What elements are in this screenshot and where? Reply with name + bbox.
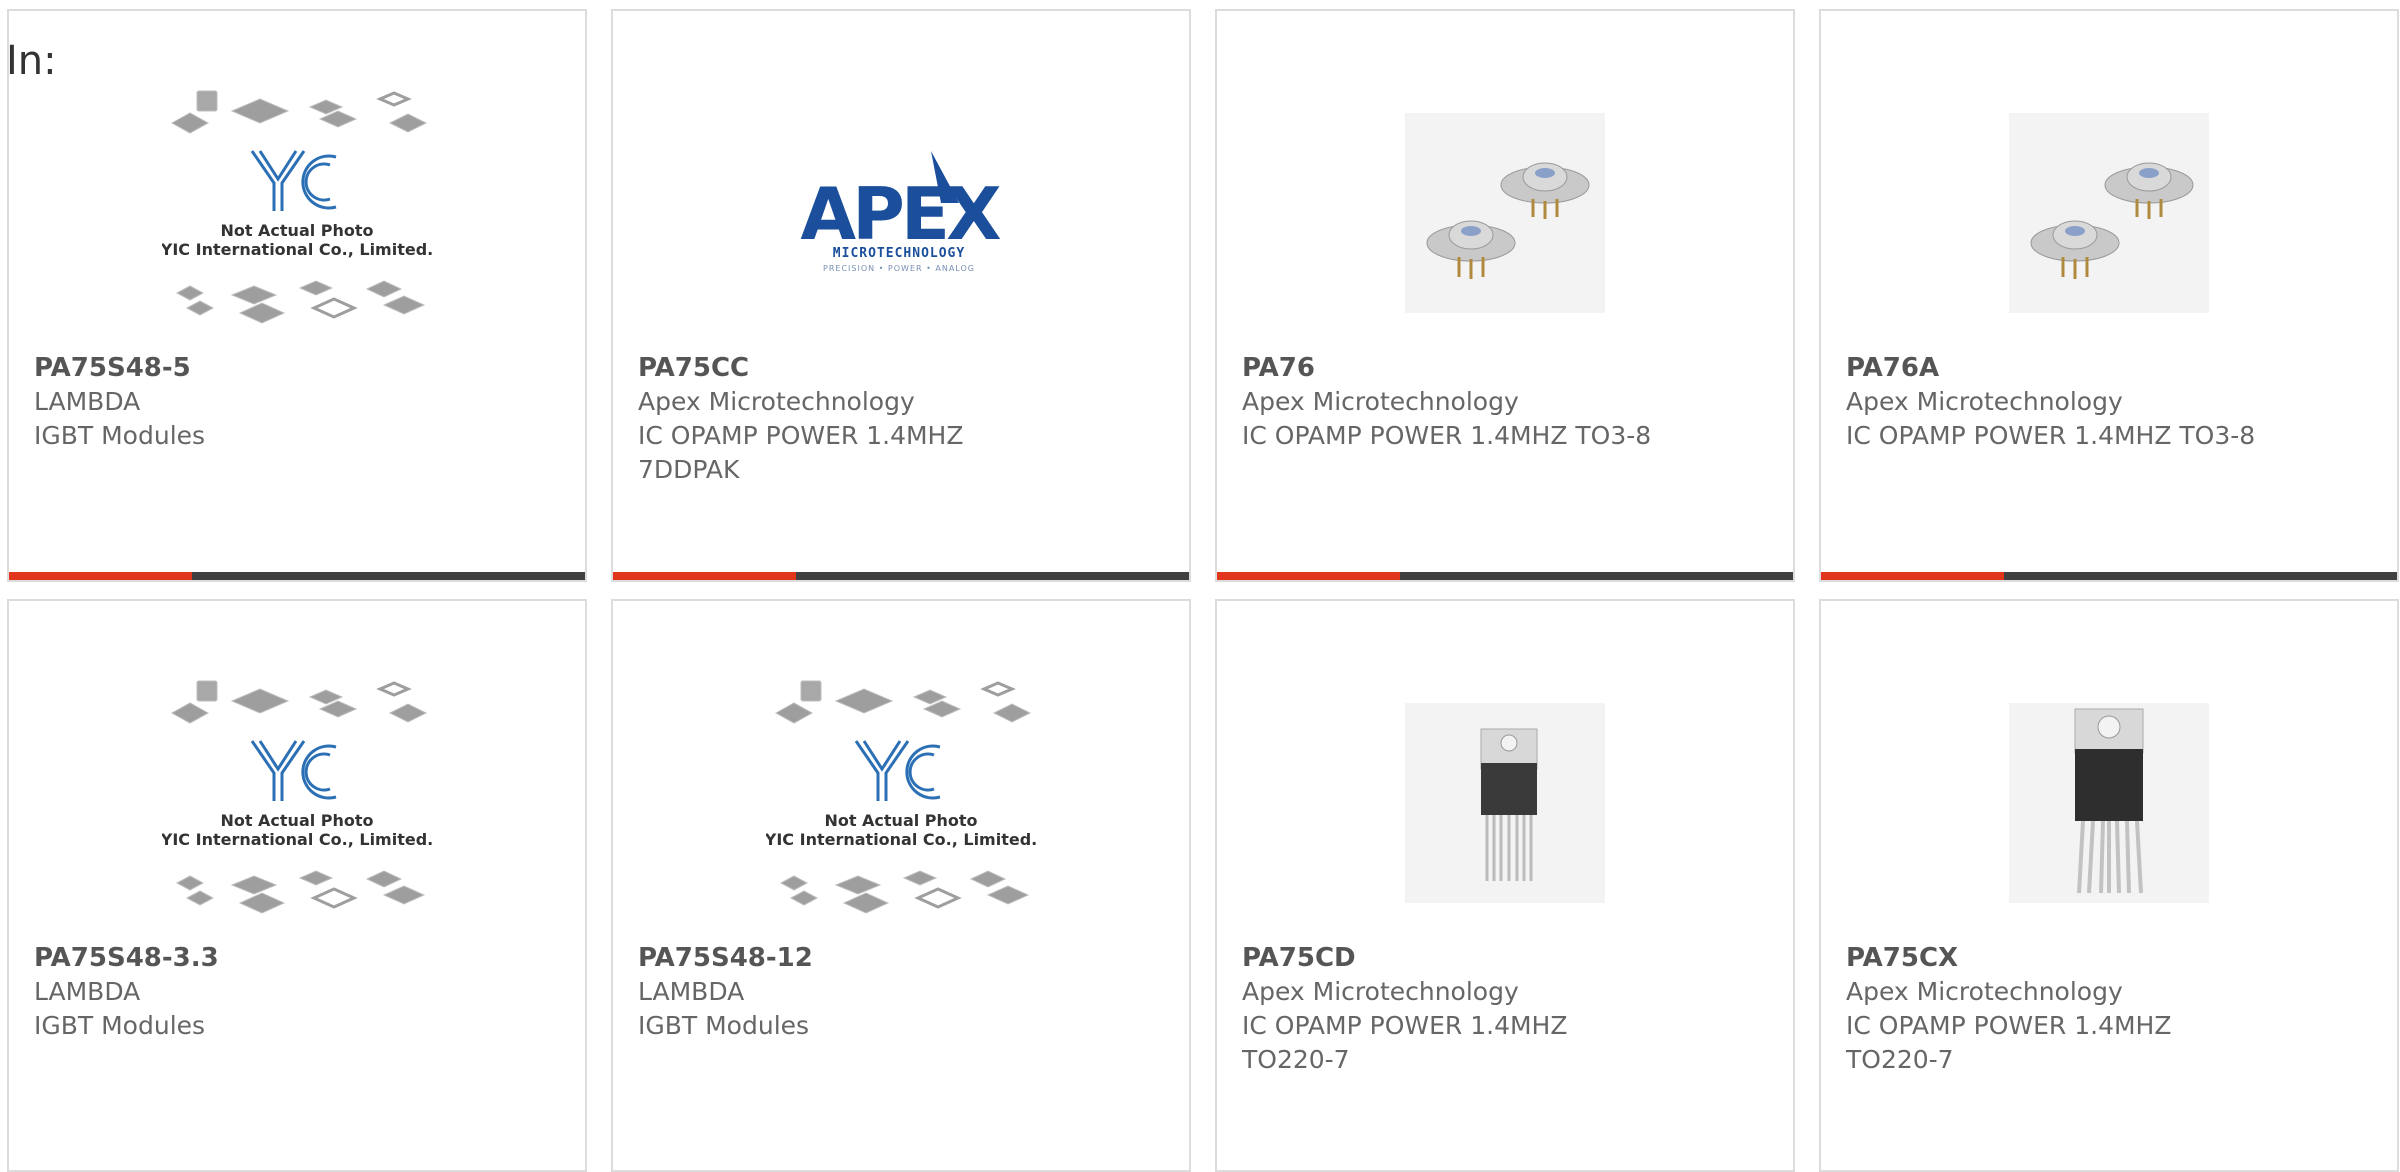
product-card[interactable]: Not Actual Photo YIC International Co., … xyxy=(7,9,587,582)
description: IC OPAMP POWER 1.4MHZ TO3-8 xyxy=(1846,421,2256,450)
part-number-link[interactable]: PA76 xyxy=(1242,351,1762,385)
apex-sub: MICROTECHNOLOGY xyxy=(833,246,965,261)
image-caption-line1: Not Actual Photo xyxy=(824,811,977,830)
description: IGBT Modules xyxy=(34,421,206,450)
description: IC OPAMP POWER 1.4MHZ 7DDPAK xyxy=(638,421,964,484)
to220-package-image xyxy=(2009,703,2209,903)
product-image[interactable]: APEX MICROTECHNOLOGY PRECISION • POWER •… xyxy=(613,73,1189,353)
product-card[interactable]: PA76 Apex Microtechnology IC OPAMP POWER… xyxy=(1215,9,1795,582)
description: IGBT Modules xyxy=(34,1011,206,1040)
product-info: PA75CD Apex Microtechnology IC OPAMP POW… xyxy=(1242,941,1762,1077)
card-bottom-bar xyxy=(1821,572,2397,580)
yic-placeholder-image: Not Actual Photo YIC International Co., … xyxy=(766,680,1036,914)
yic-placeholder-image: Not Actual Photo YIC International Co., … xyxy=(162,90,432,324)
yic-placeholder-image: Not Actual Photo YIC International Co., … xyxy=(162,680,432,914)
part-number-link[interactable]: PA75S48-5 xyxy=(34,351,554,385)
product-image[interactable] xyxy=(1217,663,1793,943)
product-card[interactable]: Not Actual Photo YIC International Co., … xyxy=(611,599,1191,1172)
manufacturer: LAMBDA xyxy=(34,977,141,1006)
product-info: PA76 Apex Microtechnology IC OPAMP POWER… xyxy=(1242,351,1762,453)
to3-package-image xyxy=(1405,113,1605,313)
product-info: PA76A Apex Microtechnology IC OPAMP POWE… xyxy=(1846,351,2366,453)
product-info: PA75S48-12 LAMBDA IGBT Modules xyxy=(638,941,1158,1043)
manufacturer: LAMBDA xyxy=(34,387,141,416)
product-image[interactable] xyxy=(1217,73,1793,353)
image-caption-line1: Not Actual Photo xyxy=(220,221,373,240)
to220-package-image xyxy=(1405,703,1605,903)
manufacturer: Apex Microtechnology xyxy=(1846,387,2123,416)
manufacturer: Apex Microtechnology xyxy=(1242,977,1519,1006)
to3-package-image xyxy=(2009,113,2209,313)
product-card[interactable]: Not Actual Photo YIC International Co., … xyxy=(7,599,587,1172)
product-image[interactable]: Not Actual Photo YIC International Co., … xyxy=(613,663,1189,943)
image-caption-line2: YIC International Co., Limited. xyxy=(766,830,1036,849)
product-image[interactable] xyxy=(1821,73,2397,353)
product-info: PA75CC Apex Microtechnology IC OPAMP POW… xyxy=(638,351,1158,487)
part-number-link[interactable]: PA75S48-12 xyxy=(638,941,1158,975)
product-info: PA75S48-5 LAMBDA IGBT Modules xyxy=(34,351,554,453)
description: IGBT Modules xyxy=(638,1011,810,1040)
image-caption-line1: Not Actual Photo xyxy=(220,811,373,830)
part-number-link[interactable]: PA76A xyxy=(1846,351,2366,385)
filter-label: In: xyxy=(6,38,57,84)
product-image[interactable] xyxy=(1821,663,2397,943)
apex-wordmark: APEX xyxy=(800,172,1001,256)
product-card[interactable]: PA75CD Apex Microtechnology IC OPAMP POW… xyxy=(1215,599,1795,1172)
product-card[interactable]: PA76A Apex Microtechnology IC OPAMP POWE… xyxy=(1819,9,2399,582)
product-card[interactable]: PA75CX Apex Microtechnology IC OPAMP POW… xyxy=(1819,599,2399,1172)
image-caption-line2: YIC International Co., Limited. xyxy=(162,240,432,259)
image-caption-line2: YIC International Co., Limited. xyxy=(162,830,432,849)
manufacturer: LAMBDA xyxy=(638,977,745,1006)
product-image[interactable]: Not Actual Photo YIC International Co., … xyxy=(9,663,585,943)
apex-tagline: PRECISION • POWER • ANALOG xyxy=(823,264,975,273)
manufacturer: Apex Microtechnology xyxy=(638,387,915,416)
part-number-link[interactable]: PA75CC xyxy=(638,351,1158,385)
product-image[interactable]: Not Actual Photo YIC International Co., … xyxy=(9,73,585,353)
manufacturer: Apex Microtechnology xyxy=(1846,977,2123,1006)
card-bottom-bar xyxy=(613,572,1189,580)
product-info: PA75CX Apex Microtechnology IC OPAMP POW… xyxy=(1846,941,2366,1077)
description: IC OPAMP POWER 1.4MHZ TO220-7 xyxy=(1846,1011,2172,1074)
product-grid: Not Actual Photo YIC International Co., … xyxy=(7,9,2400,1172)
manufacturer: Apex Microtechnology xyxy=(1242,387,1519,416)
part-number-link[interactable]: PA75S48-3.3 xyxy=(34,941,554,975)
apex-logo-image: APEX MICROTECHNOLOGY PRECISION • POWER •… xyxy=(800,151,1005,273)
product-info: PA75S48-3.3 LAMBDA IGBT Modules xyxy=(34,941,554,1043)
card-bottom-bar xyxy=(9,572,585,580)
part-number-link[interactable]: PA75CX xyxy=(1846,941,2366,975)
description: IC OPAMP POWER 1.4MHZ TO3-8 xyxy=(1242,421,1652,450)
description: IC OPAMP POWER 1.4MHZ TO220-7 xyxy=(1242,1011,1568,1074)
card-bottom-bar xyxy=(1217,572,1793,580)
part-number-link[interactable]: PA75CD xyxy=(1242,941,1762,975)
product-card[interactable]: APEX MICROTECHNOLOGY PRECISION • POWER •… xyxy=(611,9,1191,582)
